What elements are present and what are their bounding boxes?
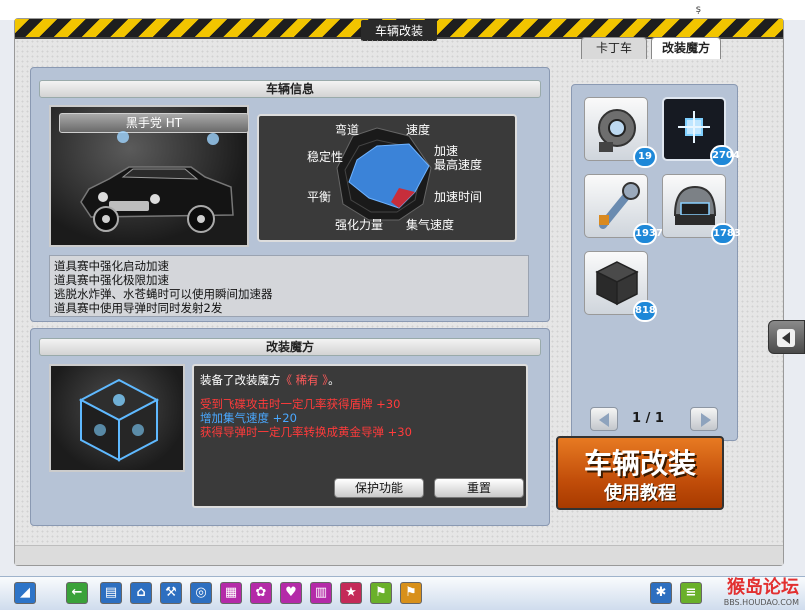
wrench-tool-icon[interactable]: ⚒ (160, 582, 182, 604)
book-icon[interactable]: ▥ (310, 582, 332, 604)
car-image (80, 131, 234, 233)
effect-line: 获得导弹时一定几率转换成黄金导弹 +30 (200, 425, 412, 439)
pagination-indicator: 1 / 1 (632, 411, 664, 426)
equipped-prefix: 装备了改装魔方 (200, 373, 281, 387)
item-count-badge: 1783 (711, 223, 741, 245)
watermark-url: BBS.HOUDAO.COM (723, 598, 799, 607)
stat-label-top-speed: 最高速度 (434, 158, 483, 172)
page-total: 1 (654, 411, 664, 426)
title-bar: 车辆改装 (15, 19, 783, 41)
description-line: 道具赛中强化极限加速 (54, 273, 169, 287)
heart-icon[interactable]: ♥ (280, 582, 302, 604)
window-bottom-bar (15, 545, 783, 565)
stat-label-speed: 速度 (406, 123, 431, 137)
stat-label-cornering: 弯道 (335, 123, 360, 137)
inventory-item-selected[interactable]: 2704 (662, 97, 740, 167)
mod-cube-panel: 改装魔方 装备了改装魔方《 稀有 》。 受到飞碟攻击时一定几率获得盾牌 +30 … (30, 328, 550, 526)
black-cube-image (78, 378, 160, 462)
flag-icon[interactable]: ⚑ (370, 582, 392, 604)
mod-cube-header: 改装魔方 (39, 338, 541, 356)
car-preview: 黑手党 HT (49, 105, 249, 247)
page-separator: / (645, 411, 651, 426)
inventory-item[interactable]: 818 (584, 251, 657, 322)
protect-button[interactable]: 保护功能 (334, 478, 424, 498)
item-count-badge: 818 (633, 300, 657, 322)
item-count-badge: 1937 (633, 223, 663, 245)
inventory-item[interactable]: 19 (584, 97, 657, 168)
document-icon[interactable]: ◎ (190, 582, 212, 604)
inventory-item[interactable]: 1937 (584, 174, 663, 245)
equipped-suffix: 。 (328, 373, 340, 387)
item-count-badge: 19 (633, 146, 657, 168)
list-icon[interactable]: ≡ (680, 582, 702, 604)
item-count-badge: 2704 (710, 145, 740, 167)
next-page-button[interactable] (690, 407, 718, 431)
prev-page-button[interactable] (590, 407, 618, 431)
tab-kart[interactable]: 卡丁车 (581, 37, 647, 59)
description-line: 逃脱水炸弹、水苍蝇时可以使用瞬间加速器 (54, 287, 273, 301)
stat-label-boost-power: 强化力量 (335, 218, 384, 232)
cube-preview (49, 364, 185, 472)
window-title: 车辆改装 (360, 20, 438, 41)
stat-label-stability: 稳定性 (307, 150, 344, 164)
watermark-text: 猴岛论坛 (727, 577, 799, 598)
side-collapse-tab[interactable] (768, 320, 805, 354)
menu-home-icon[interactable]: ◢ (14, 582, 36, 604)
tab-mod-cube[interactable]: 改装魔方 (651, 37, 721, 59)
cube-info-box: 装备了改装魔方《 稀有 》。 受到飞碟攻击时一定几率获得盾牌 +30 增加集气速… (192, 364, 528, 508)
reset-button[interactable]: 重置 (434, 478, 524, 498)
vehicle-info-header: 车辆信息 (39, 80, 541, 98)
tutorial-title: 车辆改装 (583, 447, 696, 480)
stat-label-accel-time: 加速时间 (434, 190, 483, 204)
stats-radar-chart (336, 127, 432, 221)
arrow-right-icon (701, 413, 711, 427)
arrow-left-icon (777, 329, 795, 347)
stat-label-gauge-speed: 集气速度 (406, 218, 455, 232)
page-current: 1 (632, 411, 642, 426)
top-mark: ș (695, 4, 701, 15)
equipped-line: 装备了改装魔方《 稀有 》。 (200, 372, 340, 388)
stars-icon[interactable]: ★ (340, 582, 362, 604)
arrow-left-icon (599, 413, 609, 427)
tutorial-button[interactable]: 车辆改装 使用教程 (556, 436, 724, 510)
inventory-panel: 19 2704 1937 1783 818 1 / 1 (571, 84, 741, 441)
house-icon[interactable]: ⌂ (130, 582, 152, 604)
flag-orange-icon[interactable]: ⚑ (400, 582, 422, 604)
shop-icon[interactable]: ▤ (100, 582, 122, 604)
stats-radar-panel: 弯道 速度 稳定性 加速 最高速度 平衡 加速时间 强化力量 集气速度 (257, 114, 517, 242)
vehicle-info-panel: 车辆信息 黑手党 HT 弯道 速度 稳定性 加速 最高速度 平衡 加速时间 强化… (30, 67, 550, 322)
equipped-cube-name: 《 稀有 》 (280, 373, 329, 387)
settings-icon[interactable]: ✱ (650, 582, 672, 604)
top-strip: ș (0, 0, 805, 20)
forum-watermark: 猴岛论坛 BBS.HOUDAO.COM (707, 578, 799, 608)
club-icon[interactable]: ✿ (250, 582, 272, 604)
tutorial-subtitle: 使用教程 (604, 483, 676, 504)
description-line: 道具赛中强化启动加速 (54, 259, 169, 273)
inventory-item[interactable]: 1783 (662, 174, 741, 245)
vehicle-description: 道具赛中强化启动加速 道具赛中强化极限加速 逃脱水炸弹、水苍蝇时可以使用瞬间加速… (49, 255, 529, 317)
gift-icon[interactable]: ▦ (220, 582, 242, 604)
stat-label-balance: 平衡 (307, 190, 332, 204)
game-taskbar: ◢ ← ▤ ⌂ ⚒ ◎ ▦ ✿ ♥ ▥ ★ ⚑ ⚑ ✱ ≡ 猴岛论坛 BBS.H… (0, 576, 805, 610)
back-arrow-icon[interactable]: ← (66, 582, 88, 604)
description-line: 道具赛中使用导弹时同时发射2发 (54, 301, 223, 315)
